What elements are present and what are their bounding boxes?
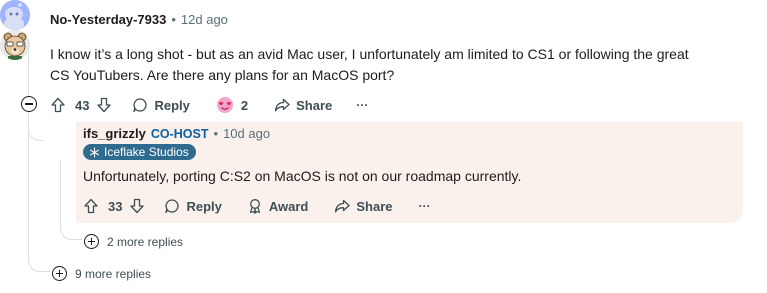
reply-avatar[interactable] [0, 30, 30, 60]
comment-body: I know it’s a long shot - but as an avid… [50, 46, 689, 83]
upvote-arrow-icon [84, 198, 98, 214]
share-button[interactable]: Share [274, 97, 332, 113]
cohost-tag: CO-HOST [150, 126, 209, 141]
thread-line-reply [60, 160, 61, 226]
reply-more-replies-link[interactable]: 2 more replies [84, 234, 183, 249]
reply-body: Unfortunately, porting C:S2 on MacOS is … [83, 168, 522, 184]
overflow-dots-icon: ··· [356, 98, 369, 112]
overflow-dots-icon: ··· [418, 199, 431, 213]
upvote-button[interactable] [50, 97, 66, 113]
reply-label: Reply [186, 198, 222, 214]
reply-reply-button[interactable]: Reply [164, 198, 222, 214]
award-button[interactable]: Award [247, 198, 309, 214]
comment-timestamp[interactable]: 12d ago [181, 12, 228, 27]
award-count: 2 [240, 97, 249, 113]
thread-curve-reply [28, 120, 44, 141]
downvote-arrow-icon [130, 198, 145, 214]
comment-bubble-icon [165, 199, 180, 214]
upvote-arrow-icon [51, 97, 65, 113]
meta-separator: • [213, 126, 219, 141]
meta-separator: • [171, 12, 176, 27]
reply-button[interactable]: Reply [132, 97, 190, 113]
downvote-button[interactable] [96, 97, 112, 113]
plus-circle-icon [84, 234, 99, 249]
share-arrow-icon [274, 98, 290, 112]
reply-vote-count: 33 [108, 198, 123, 214]
collapse-thread-button[interactable] [21, 96, 37, 112]
thread-line-main [28, 40, 29, 96]
comment-more-replies-link[interactable]: 9 more replies [52, 266, 151, 281]
share-label: Share [356, 198, 393, 214]
reply-upvote-button[interactable] [83, 198, 99, 214]
more-replies-label: 9 more replies [75, 266, 152, 281]
avatar[interactable] [0, 0, 30, 30]
bear-avatar-icon [0, 30, 30, 60]
awards-button[interactable]: 2 [215, 96, 248, 114]
award-ribbon-icon [249, 199, 260, 214]
reply-username[interactable]: ifs_grizzly [83, 126, 146, 141]
reply-overflow-menu-button[interactable]: ··· [419, 199, 431, 213]
award-label: Award [268, 198, 309, 214]
vote-count: 43 [75, 97, 90, 113]
comment-username[interactable]: No-Yesterday-7933 [50, 12, 166, 27]
overflow-menu-button[interactable]: ··· [356, 98, 368, 112]
downvote-arrow-icon [97, 97, 112, 113]
flair-label: Iceflake Studios [104, 145, 189, 159]
comment-bubble-icon [133, 98, 148, 113]
user-flair-badge: Iceflake Studios [83, 144, 196, 160]
thread-curve-more-replies [28, 250, 50, 272]
thread-curve-reply-more [60, 222, 82, 240]
more-replies-label: 2 more replies [107, 234, 184, 249]
reply-label: Reply [154, 97, 190, 113]
plus-circle-icon [52, 266, 67, 281]
snowflake-icon [90, 146, 99, 158]
reply-timestamp[interactable]: 10d ago [223, 126, 270, 141]
reply-downvote-button[interactable] [129, 198, 145, 214]
share-arrow-icon [335, 199, 351, 213]
share-label: Share [296, 97, 333, 113]
heart-eyes-award-icon [216, 97, 233, 113]
snoo-avatar-icon [0, 0, 30, 30]
reply-share-button[interactable]: Share [334, 198, 393, 214]
